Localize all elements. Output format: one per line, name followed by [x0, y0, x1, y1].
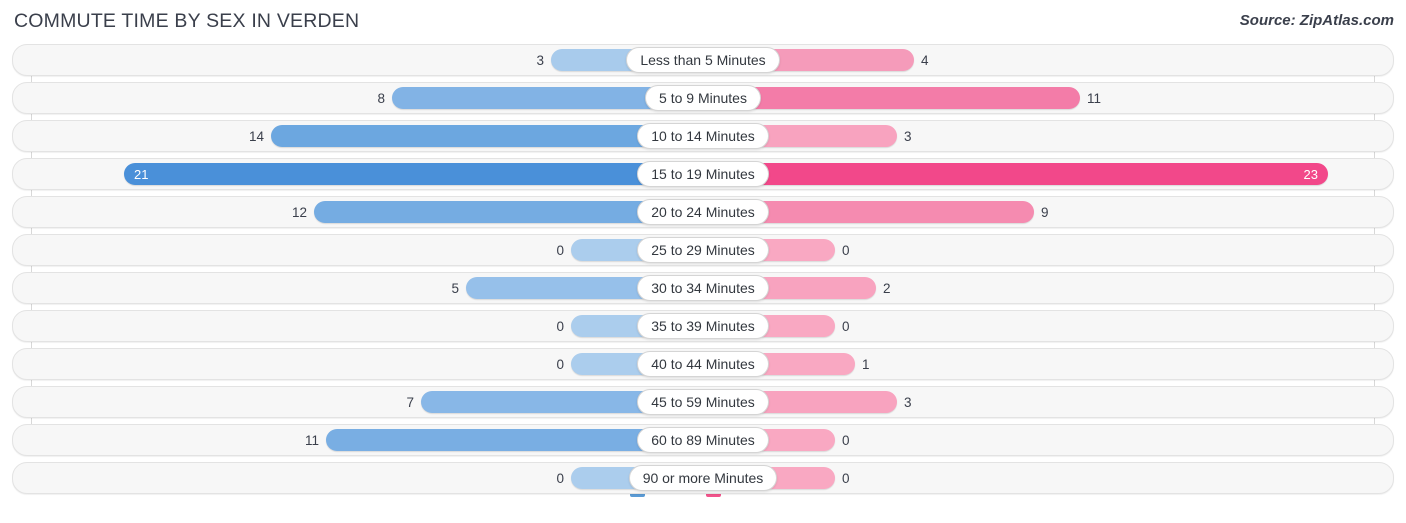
male-value-label: 3: [536, 52, 544, 68]
table-row[interactable]: 21 23 15 to 19 Minutes: [12, 158, 1394, 190]
female-value-label: 2: [883, 280, 891, 296]
female-bar[interactable]: 3: [753, 391, 912, 413]
male-value-label: 8: [377, 90, 385, 106]
table-row[interactable]: 0 0 90 or more Minutes: [12, 462, 1394, 494]
male-bar[interactable]: 5: [451, 277, 653, 299]
female-bar-group: 23: [703, 159, 1328, 189]
category-label: 30 to 34 Minutes: [637, 275, 769, 301]
chart-rows: 3 4 Less than 5 Minutes 8 11 5 to 9 Minutes 14…: [12, 44, 1394, 494]
chart-plot-area: 3 4 Less than 5 Minutes 8 11 5 to 9 Minutes 14…: [12, 44, 1394, 494]
female-value-label: 3: [904, 128, 912, 144]
category-label: 10 to 14 Minutes: [637, 123, 769, 149]
page-title: COMMUTE TIME BY SEX IN VERDEN: [14, 10, 360, 32]
table-row[interactable]: 0 0 25 to 29 Minutes: [12, 234, 1394, 266]
table-row[interactable]: 0 0 35 to 39 Minutes: [12, 310, 1394, 342]
category-label: 15 to 19 Minutes: [637, 161, 769, 187]
female-bar[interactable]: 2: [753, 277, 891, 299]
table-row[interactable]: 12 9 20 to 24 Minutes: [12, 196, 1394, 228]
chart-header: COMMUTE TIME BY SEX IN VERDEN Source: Zi…: [0, 0, 1406, 44]
male-bar[interactable]: 7: [406, 391, 653, 413]
category-label: 20 to 24 Minutes: [637, 199, 769, 225]
male-bar-group: 21: [124, 159, 703, 189]
female-value-label: 0: [842, 432, 850, 448]
category-label: 25 to 29 Minutes: [637, 237, 769, 263]
table-row[interactable]: 14 3 10 to 14 Minutes: [12, 120, 1394, 152]
category-label: 5 to 9 Minutes: [645, 85, 761, 111]
female-value-label: 4: [921, 52, 929, 68]
table-row[interactable]: 7 3 45 to 59 Minutes: [12, 386, 1394, 418]
table-row[interactable]: 3 4 Less than 5 Minutes: [12, 44, 1394, 76]
table-row[interactable]: 8 11 5 to 9 Minutes: [12, 82, 1394, 114]
source-attribution: Source: ZipAtlas.com: [1239, 12, 1394, 29]
male-value-label: 0: [556, 318, 564, 334]
female-value-label: 0: [842, 318, 850, 334]
male-bar[interactable]: 12: [292, 201, 653, 223]
male-value-label: 14: [248, 128, 264, 144]
category-label: Less than 5 Minutes: [626, 47, 780, 73]
table-row[interactable]: 0 1 40 to 44 Minutes: [12, 348, 1394, 380]
male-value-label: 0: [556, 356, 564, 372]
male-value-label: 11: [304, 432, 319, 448]
male-bar[interactable]: 21: [124, 163, 653, 185]
male-bar[interactable]: 11: [305, 429, 653, 451]
female-bar[interactable]: 9: [753, 201, 1049, 223]
male-value-label: 5: [451, 280, 459, 296]
female-value-label: 0: [842, 242, 850, 258]
category-label: 40 to 44 Minutes: [637, 351, 769, 377]
female-bar[interactable]: 3: [753, 125, 912, 147]
female-value-label: 9: [1041, 204, 1049, 220]
female-value-label: 3: [904, 394, 912, 410]
male-value-label: 0: [556, 242, 564, 258]
male-value-label: 12: [291, 204, 307, 220]
category-label: 60 to 89 Minutes: [637, 427, 769, 453]
female-value-label: 11: [1087, 90, 1102, 106]
female-bar[interactable]: 23: [753, 163, 1328, 185]
category-label: 90 or more Minutes: [628, 465, 778, 491]
male-bar[interactable]: 14: [249, 125, 653, 147]
female-value-label: 1: [862, 356, 870, 372]
female-value-label: 0: [842, 470, 850, 486]
female-value-label: 23: [1303, 166, 1318, 182]
table-row[interactable]: 5 2 30 to 34 Minutes: [12, 272, 1394, 304]
male-value-label: 0: [556, 470, 564, 486]
table-row[interactable]: 11 0 60 to 89 Minutes: [12, 424, 1394, 456]
male-value-label: 7: [406, 394, 414, 410]
female-bar[interactable]: 11: [753, 87, 1101, 109]
category-label: 35 to 39 Minutes: [637, 313, 769, 339]
category-label: 45 to 59 Minutes: [637, 389, 769, 415]
male-value-label: 21: [134, 166, 149, 182]
male-bar[interactable]: 8: [377, 87, 653, 109]
